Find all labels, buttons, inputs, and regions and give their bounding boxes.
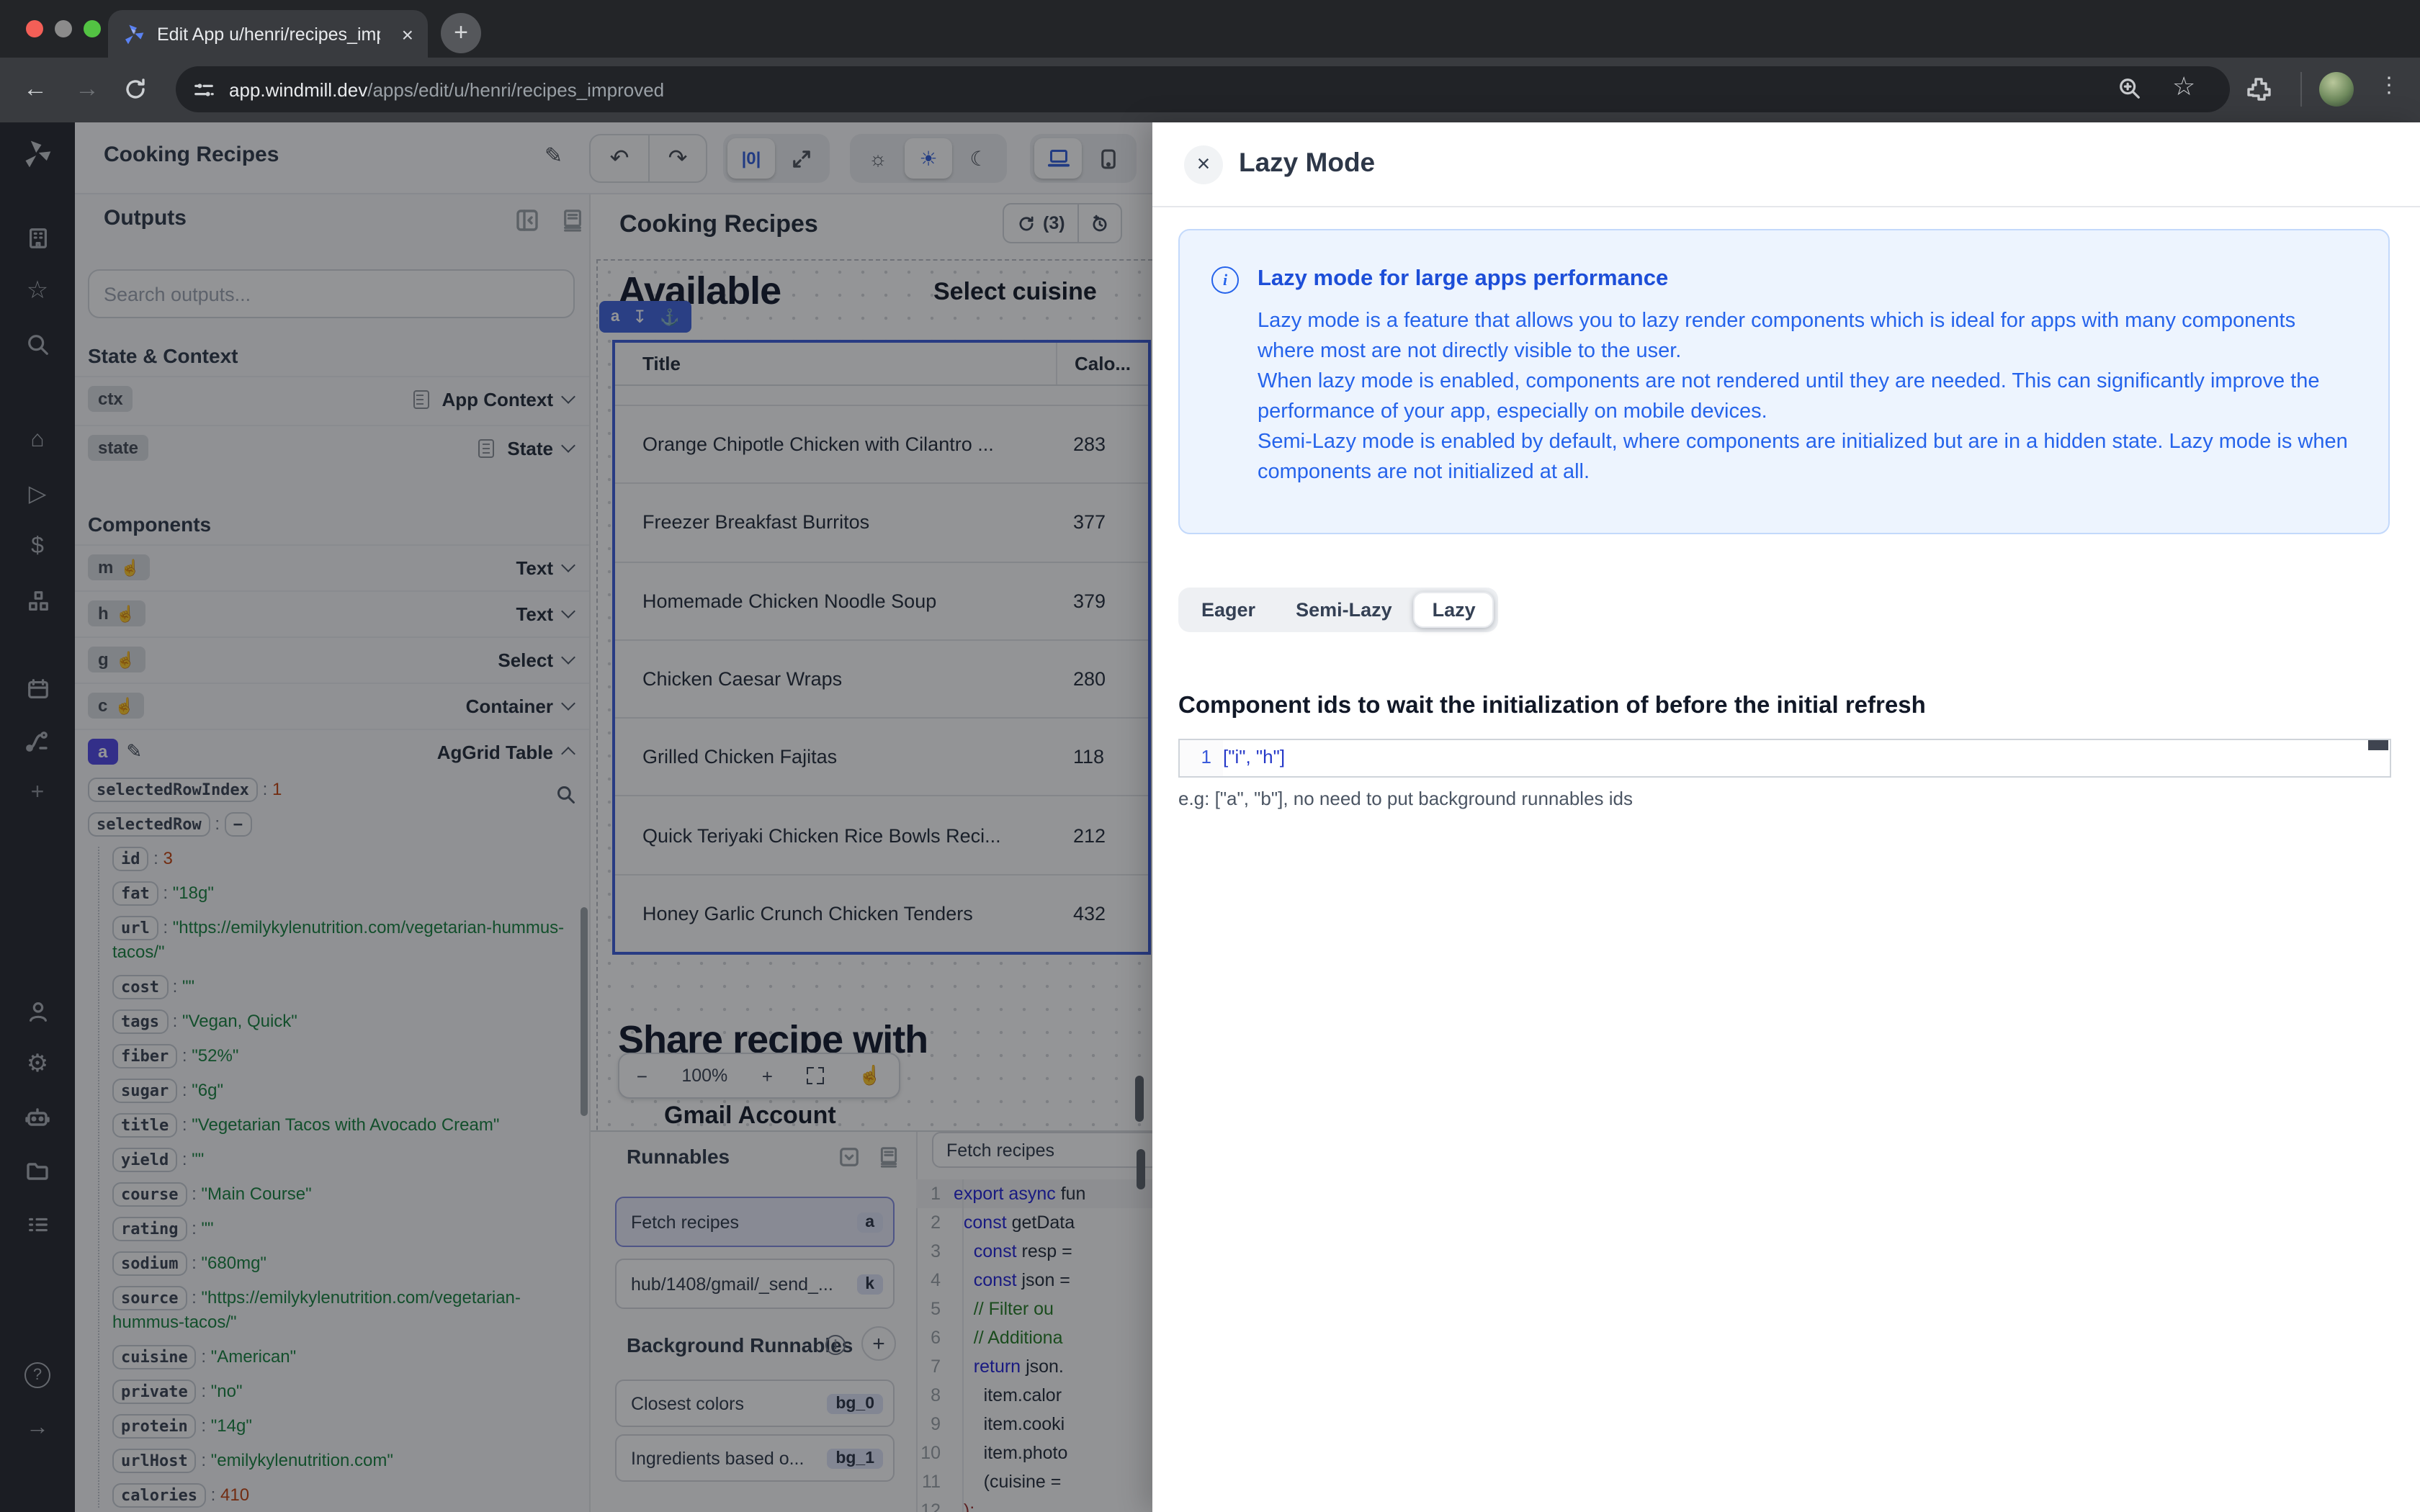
window-close-button[interactable]: [26, 20, 43, 37]
editor-scrollbar-nub: [2368, 740, 2388, 750]
browser-menu-icon[interactable]: ⋮: [2378, 72, 2400, 98]
windmill-favicon: [125, 24, 144, 44]
info-paragraph-2: When lazy mode is enabled, components ar…: [1258, 370, 2320, 423]
component-ids-heading: Component ids to wait the initialization…: [1178, 693, 1926, 719]
close-drawer-button[interactable]: ×: [1184, 145, 1223, 184]
info-paragraph-1: Lazy mode is a feature that allows you t…: [1258, 310, 2296, 363]
site-settings-icon[interactable]: [193, 78, 215, 100]
new-tab-button[interactable]: +: [441, 13, 481, 53]
back-icon[interactable]: ←: [23, 75, 48, 104]
drawer-backdrop-overlay: [0, 122, 1152, 1512]
bookmark-star-icon[interactable]: ☆: [2172, 72, 2195, 102]
editor-line-number: 1: [1180, 740, 1223, 776]
lazy-mode-info-box: i Lazy mode for large apps performance L…: [1178, 229, 2390, 534]
browser-tab[interactable]: Edit App u/henri/recipes_impr ×: [108, 10, 428, 58]
url-bar[interactable]: app.windmill.dev/apps/edit/u/henri/recip…: [176, 66, 2230, 112]
window-zoom-button[interactable]: [84, 20, 101, 37]
info-title: Lazy mode for large apps performance: [1258, 266, 1669, 291]
mode-option-eager[interactable]: Eager: [1183, 592, 1274, 628]
mode-option-semi-lazy[interactable]: Semi-Lazy: [1277, 592, 1411, 628]
info-icon: i: [1211, 266, 1239, 294]
forward-icon[interactable]: →: [75, 75, 99, 104]
extensions-icon[interactable]: [2244, 75, 2273, 104]
drawer-divider: [1152, 206, 2420, 207]
drawer-title: Lazy Mode: [1239, 147, 1376, 177]
info-body: Lazy mode is a feature that allows you t…: [1258, 307, 2354, 488]
tab-title: Edit App u/henri/recipes_impr: [157, 24, 380, 44]
component-ids-editor[interactable]: 1 ["i", "h"]: [1178, 739, 2391, 778]
url-text: app.windmill.dev/apps/edit/u/henri/recip…: [229, 78, 665, 100]
toolbar-divider: [2300, 72, 2302, 107]
tab-close-icon[interactable]: ×: [402, 22, 413, 45]
zoom-page-icon[interactable]: [2118, 76, 2142, 101]
browser-tab-strip: Edit App u/henri/recipes_impr × +: [0, 0, 2420, 58]
profile-avatar[interactable]: [2319, 72, 2354, 107]
info-paragraph-3: Semi-Lazy mode is enabled by default, wh…: [1258, 431, 2348, 484]
lazy-mode-drawer: × Lazy Mode i Lazy mode for large apps p…: [1152, 122, 2420, 1512]
mode-option-lazy[interactable]: Lazy: [1413, 592, 1494, 628]
reload-icon[interactable]: [122, 76, 148, 102]
window-minimize-button[interactable]: [55, 20, 72, 37]
component-ids-value[interactable]: ["i", "h"]: [1223, 740, 1285, 776]
component-ids-hint: e.g: ["a", "b"], no need to put backgrou…: [1178, 788, 1634, 809]
screen: Edit App u/henri/recipes_impr × + ← → ap…: [0, 0, 2420, 1512]
lazy-mode-segmented-control: Eager Semi-Lazy Lazy: [1178, 588, 1499, 632]
